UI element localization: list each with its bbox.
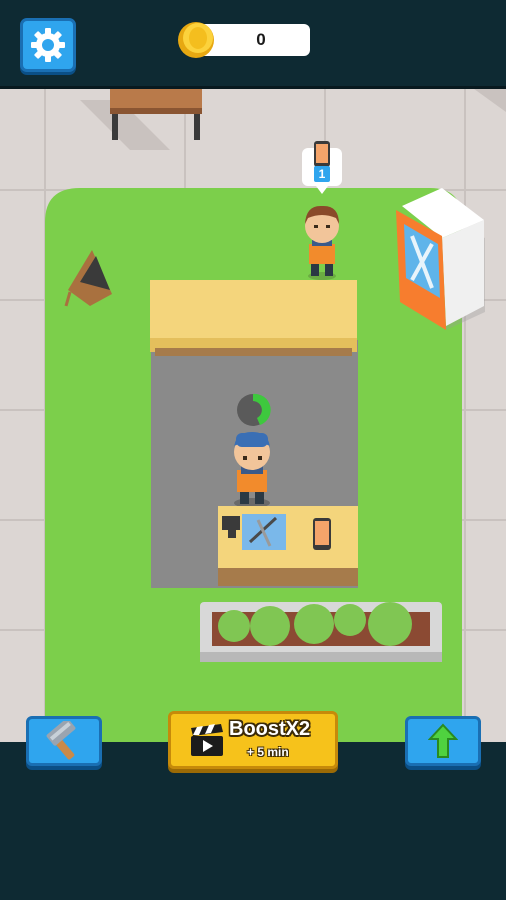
hammer-icon xyxy=(46,721,76,760)
clapperboard-icon xyxy=(191,724,223,756)
order-count: 1 xyxy=(314,166,330,182)
planter xyxy=(200,602,442,662)
upgrade-button[interactable] xyxy=(405,716,481,766)
gear-icon xyxy=(31,28,65,62)
boost-button[interactable]: BoostX2 + 5 min xyxy=(168,711,338,769)
arrow-up-icon xyxy=(428,723,458,758)
boost-subtitle: + 5 min xyxy=(247,745,289,759)
workbench xyxy=(218,506,358,586)
boost-title: BoostX2 xyxy=(229,718,311,740)
settings-button[interactable] xyxy=(20,18,76,72)
coin-count: 0 xyxy=(256,30,266,49)
service-counter xyxy=(150,280,357,356)
build-button[interactable] xyxy=(26,716,102,766)
progress-ring xyxy=(237,393,271,426)
